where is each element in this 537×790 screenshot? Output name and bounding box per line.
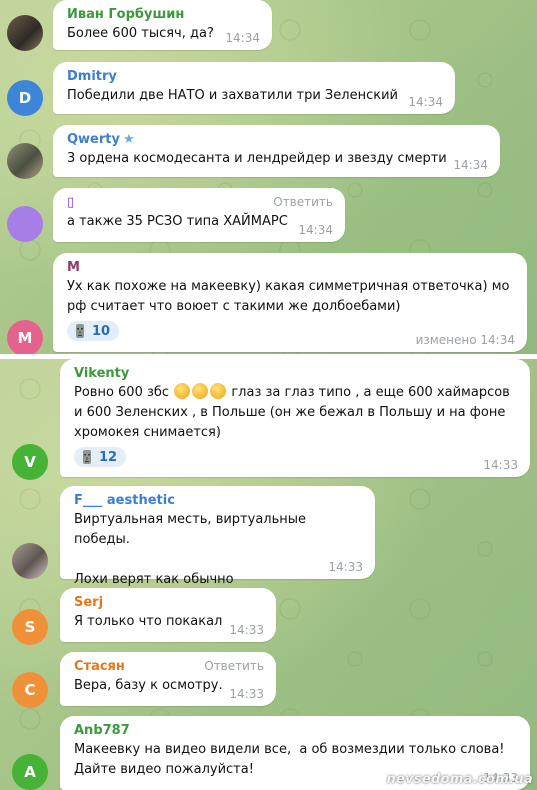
rofl-emoji xyxy=(192,383,209,399)
author-name[interactable]: Anb787 xyxy=(74,722,518,740)
message-text: Победили две НАТО и захватили три Зеленс… xyxy=(67,88,398,103)
message-bubble[interactable]: F___ aesthetic Виртуальная месть, виртуа… xyxy=(60,486,375,587)
moai-icon xyxy=(83,450,91,464)
message-bubble[interactable]: Serj Я только что покакал 14:33 xyxy=(60,588,276,642)
avatar[interactable]: D xyxy=(7,80,43,116)
reply-button[interactable]: Ответить xyxy=(204,659,264,673)
message-time: 14:34 xyxy=(453,158,488,172)
chat-screenshot-bottom: V Vikenty Ровно 600 збс глаз за глаз тип… xyxy=(0,359,537,790)
reaction-count: 12 xyxy=(99,449,118,465)
message-bubble[interactable]: Qwerty ★ 3 ордена космодесанта и лендрейд… xyxy=(53,125,500,177)
message-time: 14:33 xyxy=(328,560,363,574)
message-time: 14:33 xyxy=(229,687,264,701)
avatar[interactable] xyxy=(7,15,43,51)
avatar[interactable]: S xyxy=(12,609,48,645)
avatar[interactable]: M xyxy=(7,320,43,354)
avatar[interactable] xyxy=(12,543,48,579)
author-name[interactable]: Dmitry xyxy=(67,68,443,86)
message-bubble[interactable]: Иван Горбушин Более 600 тысяч, да? 14:34 xyxy=(53,0,272,50)
message-bubble[interactable]: ▯ Ответить а также 35 РСЗО типа ХАЙМАРС … xyxy=(53,188,345,242)
avatar-letter: V xyxy=(24,453,36,471)
message-time: 14:34 xyxy=(408,95,443,109)
chat-screenshot-top: Иван Горбушин Более 600 тысяч, да? 14:34… xyxy=(0,0,537,354)
message-text: 3 ордена космодесанта и лендрейдер и зве… xyxy=(67,151,447,166)
avatar-letter: M xyxy=(17,329,33,347)
reaction-count: 10 xyxy=(92,323,111,339)
message-text: Виртуальная месть, виртуальные победы. Л… xyxy=(74,512,307,587)
rofl-emoji xyxy=(210,383,227,399)
avatar[interactable]: C xyxy=(12,672,48,708)
avatar[interactable]: A xyxy=(12,754,48,790)
message-bubble[interactable]: M Ух как похоже на макеевку) какая симме… xyxy=(53,253,527,352)
author-name[interactable]: Vikenty xyxy=(74,365,518,383)
message-text-part: Ровно 600 збс xyxy=(74,385,170,400)
reaction-chip[interactable]: 12 xyxy=(74,447,127,467)
avatar[interactable] xyxy=(7,143,43,179)
message-time: 14:34 xyxy=(225,31,260,45)
avatar-letter: A xyxy=(24,763,36,781)
message-text: Ровно 600 збс глаз за глаз типо , а еще … xyxy=(74,383,518,443)
avatar-letter: C xyxy=(24,681,36,699)
message-time: 14:33 xyxy=(483,458,518,472)
avatar[interactable]: V xyxy=(12,444,48,480)
avatar-letter: S xyxy=(24,618,36,636)
message-time: 14:33 xyxy=(229,623,264,637)
reaction-chip[interactable]: 10 xyxy=(67,321,120,341)
star-icon: ★ xyxy=(122,132,135,147)
rofl-emoji xyxy=(174,383,191,399)
message-text: а также 35 РСЗО типа ХАЙМАРС xyxy=(67,214,288,229)
site-watermark: nevsedoma.com.ua xyxy=(386,772,533,787)
author-name[interactable]: F___ aesthetic xyxy=(74,492,363,510)
author-name[interactable]: M xyxy=(67,259,515,277)
author-name[interactable]: Serj xyxy=(74,594,264,612)
message-bubble[interactable]: Dmitry Победили две НАТО и захватили три… xyxy=(53,62,455,114)
message-bubble[interactable]: Vikenty Ровно 600 збс глаз за глаз типо … xyxy=(60,359,530,477)
message-bubble[interactable]: Стасян Ответить Вера, базу к осмотру. 14… xyxy=(60,652,276,706)
message-time: изменено 14:34 xyxy=(415,333,515,347)
moai-icon xyxy=(76,324,84,338)
avatar-letter: D xyxy=(18,89,32,107)
author-name[interactable]: Qwerty ★ xyxy=(67,131,488,149)
author-name-text: Qwerty xyxy=(67,132,120,147)
avatar[interactable] xyxy=(7,206,43,242)
author-name[interactable]: Иван Горбушин xyxy=(67,6,260,24)
message-time: 14:34 xyxy=(298,223,333,237)
message-text: Ух как похоже на макеевку) какая симметр… xyxy=(67,279,510,314)
reply-button[interactable]: Ответить xyxy=(273,195,333,209)
